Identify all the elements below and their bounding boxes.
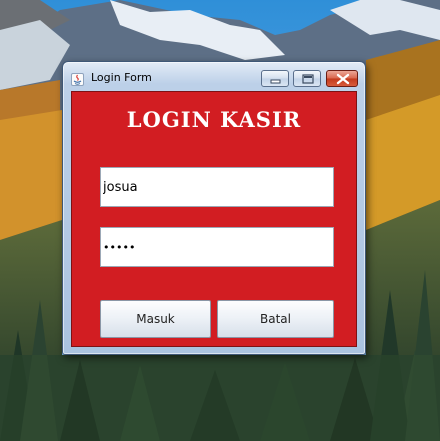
minimize-button[interactable] [261,70,289,87]
login-window: Login Form LOGIN KASIR Masuk Batal [62,61,366,355]
java-icon [71,71,84,86]
login-button[interactable]: Masuk [100,300,211,338]
login-panel: LOGIN KASIR Masuk Batal [71,91,357,347]
maximize-icon [302,74,314,84]
close-button[interactable] [326,70,358,87]
page-title: LOGIN KASIR [126,107,302,132]
window-title: Login Form [91,71,152,84]
minimize-icon [270,79,281,84]
title-bar[interactable]: Login Form [63,62,365,91]
password-field[interactable] [100,227,334,267]
close-icon [336,73,350,85]
cancel-button[interactable]: Batal [217,300,334,338]
maximize-button[interactable] [293,70,321,87]
username-field[interactable] [100,167,334,207]
